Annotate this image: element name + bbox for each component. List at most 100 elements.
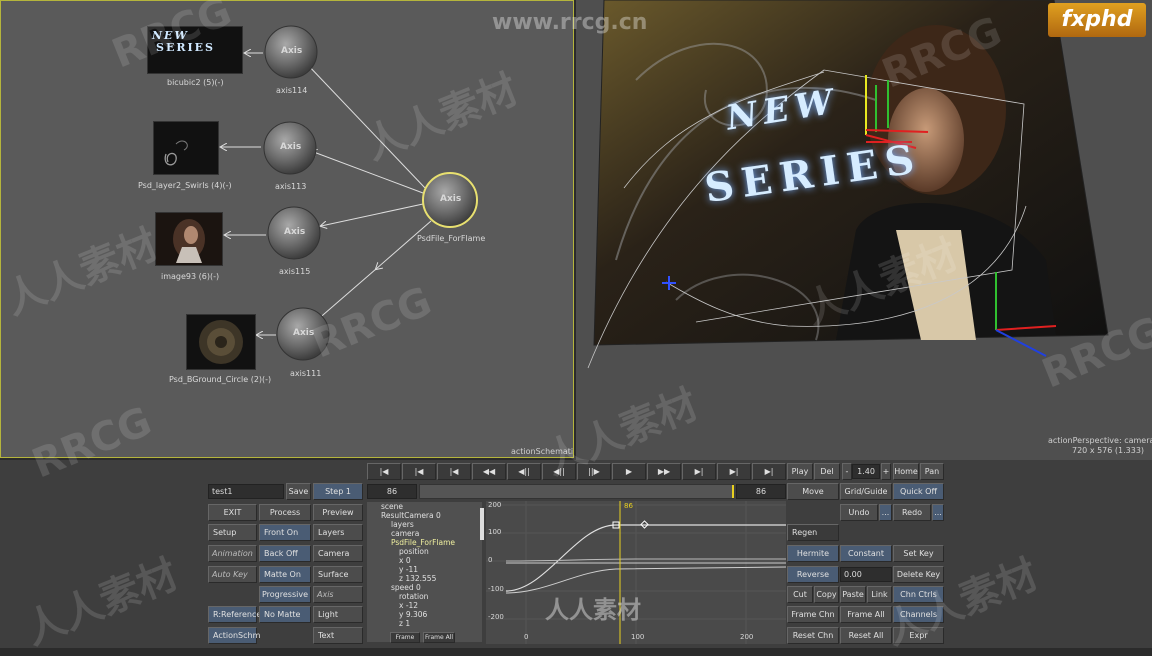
back-off-button[interactable]: Back Off <box>259 545 311 562</box>
light-button[interactable]: Light <box>313 606 363 623</box>
channels-button[interactable]: Channels <box>893 606 944 623</box>
end-frame-field[interactable]: 86 <box>736 484 786 499</box>
reverse-button[interactable]: Reverse <box>787 566 839 583</box>
axis-node-title[interactable]: Axis <box>284 227 305 237</box>
link-button[interactable]: Link <box>867 586 892 603</box>
reference-button[interactable]: R:Reference <box>208 606 261 623</box>
goto-end-button[interactable]: ▶| <box>752 463 786 480</box>
expr-button[interactable]: Expr <box>893 627 944 644</box>
delete-button[interactable]: Del <box>814 463 840 480</box>
play-reverse-button[interactable]: ◀|| <box>542 463 576 480</box>
matte-on-button[interactable]: Matte On <box>259 566 311 583</box>
text-button[interactable]: Text <box>313 627 363 644</box>
undo-button[interactable]: Undo <box>840 504 878 521</box>
step-button[interactable]: Step 1 <box>313 483 363 500</box>
tree-item[interactable]: speed 0 <box>367 583 482 592</box>
media-thumbnail-image93[interactable] <box>155 212 223 266</box>
paste-button[interactable]: Paste <box>840 586 866 603</box>
tree-item[interactable]: x -12 <box>367 601 482 610</box>
constant-button[interactable]: Constant <box>840 545 892 562</box>
front-on-button[interactable]: Front On <box>259 524 311 541</box>
tree-item[interactable]: z 1 <box>367 619 482 628</box>
reset-all-button[interactable]: Reset All <box>840 627 892 644</box>
media-thumbnail-bground-circle[interactable] <box>186 314 256 370</box>
play-forward-button[interactable]: ▶ <box>612 463 646 480</box>
chn-ctrls-button[interactable]: Chn Ctrls <box>893 586 944 603</box>
set-key-button[interactable]: Set Key <box>893 545 944 562</box>
tree-item[interactable]: y -11 <box>367 565 482 574</box>
speed-decrease-button[interactable]: - <box>842 463 852 480</box>
goto-start-button[interactable]: |◀ <box>367 463 401 480</box>
channel-graph[interactable]: 200 100 0 -100 -200 0 100 200 86 <box>486 501 786 644</box>
frame-button[interactable]: Frame <box>390 632 420 643</box>
speed-field[interactable]: 1.40 <box>852 464 880 479</box>
tree-scrollbar[interactable] <box>480 508 484 540</box>
tree-item[interactable]: ResultCamera 0 <box>367 511 482 520</box>
prev-frame-button[interactable]: |◀ <box>437 463 471 480</box>
exit-button[interactable]: EXIT <box>208 504 257 521</box>
frame-all-tree-button[interactable]: Frame All <box>423 632 455 643</box>
media-thumbnail-swirls[interactable] <box>153 121 219 175</box>
regen-button[interactable]: Regen <box>787 524 839 541</box>
surface-button[interactable]: Surface <box>313 566 363 583</box>
save-button[interactable]: Save <box>286 483 311 500</box>
grid-guide-button[interactable]: Grid/Guide <box>840 483 892 500</box>
pan-button[interactable]: Pan <box>920 463 944 480</box>
action-schematic-panel[interactable]: Axis Axis Axis Axis Axis axis114 axis113… <box>0 0 574 458</box>
media-thumbnail-bicubic2[interactable]: NEW SERIES <box>147 26 243 74</box>
axis-node-title[interactable]: Axis <box>293 328 314 338</box>
axis-node-title[interactable]: Axis <box>281 46 302 56</box>
tree-item[interactable]: camera <box>367 529 482 538</box>
redo-button[interactable]: Redo <box>893 504 931 521</box>
copy-button[interactable]: Copy <box>814 586 839 603</box>
hermite-button[interactable]: Hermite <box>787 545 839 562</box>
camera-button[interactable]: Camera <box>313 545 363 562</box>
process-button[interactable]: Process <box>259 504 311 521</box>
play-button[interactable]: Play <box>787 463 813 480</box>
setup-name-field[interactable]: test1 <box>208 484 284 499</box>
progressive-button[interactable]: Progressive <box>259 586 311 603</box>
next-key-button[interactable]: ▶| <box>717 463 751 480</box>
fast-forward-button[interactable]: ▶▶ <box>647 463 681 480</box>
auto-key-button[interactable]: Auto Key <box>208 566 257 583</box>
redo-list-button[interactable]: ... <box>932 504 944 521</box>
animation-button[interactable]: Animation <box>208 545 257 562</box>
axis-button[interactable]: Axis <box>313 586 363 603</box>
tree-item[interactable]: rotation <box>367 592 482 601</box>
step-back-button[interactable]: ◀|| <box>507 463 541 480</box>
start-frame-field[interactable]: 86 <box>367 484 417 499</box>
move-button[interactable]: Move <box>787 483 839 500</box>
prev-key-button[interactable]: |◀ <box>402 463 436 480</box>
timeline-cursor[interactable] <box>732 485 734 498</box>
channel-tree[interactable]: scene ResultCamera 0 layers camera PsdFi… <box>367 502 482 642</box>
home-button[interactable]: Home <box>893 463 919 480</box>
tree-item[interactable]: x 0 <box>367 556 482 565</box>
cut-button[interactable]: Cut <box>787 586 813 603</box>
setup-button[interactable]: Setup <box>208 524 257 541</box>
tree-item[interactable]: layers <box>367 520 482 529</box>
quick-off-button[interactable]: Quick Off <box>893 483 944 500</box>
value-field[interactable]: 0.00 <box>840 567 892 582</box>
preview-button[interactable]: Preview <box>313 504 363 521</box>
no-matte-button[interactable]: No Matte <box>259 606 311 623</box>
layers-button[interactable]: Layers <box>313 524 363 541</box>
root-axis-node-title[interactable]: Axis <box>440 194 461 204</box>
frame-chn-button[interactable]: Frame Chn <box>787 606 839 623</box>
delete-key-button[interactable]: Delete Key <box>893 566 944 583</box>
timeline-scrubber[interactable] <box>419 484 734 499</box>
tree-item[interactable]: z 132.555 <box>367 574 482 583</box>
step-forward-button[interactable]: ||▶ <box>577 463 611 480</box>
tree-item[interactable]: scene <box>367 502 482 511</box>
axis-node-title[interactable]: Axis <box>280 142 301 152</box>
tree-item[interactable]: position <box>367 547 482 556</box>
tree-item[interactable]: y 9.306 <box>367 610 482 619</box>
next-frame-button[interactable]: ▶| <box>682 463 716 480</box>
speed-increase-button[interactable]: + <box>881 463 891 480</box>
frame-all-button[interactable]: Frame All <box>840 606 892 623</box>
action-schematic-button[interactable]: ActionSchm <box>208 627 260 644</box>
tree-item[interactable]: PsdFile_ForFlame <box>367 538 482 547</box>
action-perspective-viewport[interactable]: NEW SERIES fxphd actionPerspective: came… <box>576 0 1152 460</box>
undo-list-button[interactable]: ... <box>879 504 892 521</box>
rewind-button[interactable]: ◀◀ <box>472 463 506 480</box>
reset-chn-button[interactable]: Reset Chn <box>787 627 839 644</box>
